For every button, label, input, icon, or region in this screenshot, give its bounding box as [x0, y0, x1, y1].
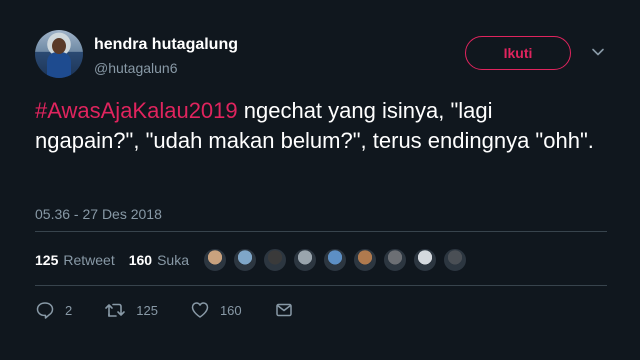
reply-count: 2 [65, 302, 73, 318]
liker-avatars [203, 248, 473, 272]
liker-avatar[interactable] [323, 248, 347, 272]
liker-avatar[interactable] [203, 248, 227, 272]
dm-icon [274, 300, 294, 320]
like-count[interactable]: 160 [129, 252, 152, 268]
tweet-timestamp[interactable]: 05.36 - 27 Des 2018 [35, 206, 162, 222]
liker-avatar[interactable] [263, 248, 287, 272]
retweet-count[interactable]: 125 [35, 252, 58, 268]
like-button[interactable]: 160 [190, 300, 242, 320]
tweet-card: hendra hutagalung @hutagalun6 Ikuti #Awa… [0, 0, 640, 360]
liker-avatar[interactable] [413, 248, 437, 272]
tweet-actions: 2 125 160 [35, 300, 326, 320]
user-handle[interactable]: @hutagalun6 [94, 60, 178, 76]
dm-button[interactable] [274, 300, 294, 320]
tweet-stats: 125 Retweet 160 Suka [35, 252, 203, 268]
retweet-icon [104, 300, 126, 320]
avatar[interactable] [35, 30, 83, 78]
retweet-action-count: 125 [136, 302, 158, 318]
tweet-text: #AwasAjaKalau2019 ngechat yang isinya, "… [35, 96, 595, 156]
follow-button[interactable]: Ikuti [465, 36, 571, 70]
liker-avatar[interactable] [233, 248, 257, 272]
like-action-count: 160 [219, 302, 242, 318]
liker-avatar[interactable] [293, 248, 317, 272]
chevron-down-icon[interactable] [590, 44, 606, 60]
divider [35, 231, 607, 232]
retweet-button[interactable]: 125 [104, 300, 158, 320]
liker-avatar[interactable] [443, 248, 467, 272]
reply-icon [35, 300, 55, 320]
like-icon [190, 300, 210, 320]
liker-avatar[interactable] [383, 248, 407, 272]
avatar-figure-body [47, 52, 71, 78]
divider [35, 285, 607, 286]
liker-avatar[interactable] [353, 248, 377, 272]
reply-button[interactable]: 2 [35, 300, 72, 320]
like-label[interactable]: Suka [157, 252, 189, 268]
hashtag-link[interactable]: #AwasAjaKalau2019 [35, 98, 238, 123]
retweet-label[interactable]: Retweet [63, 252, 114, 268]
user-name[interactable]: hendra hutagalung [94, 36, 238, 54]
avatar-figure-head [52, 38, 66, 54]
